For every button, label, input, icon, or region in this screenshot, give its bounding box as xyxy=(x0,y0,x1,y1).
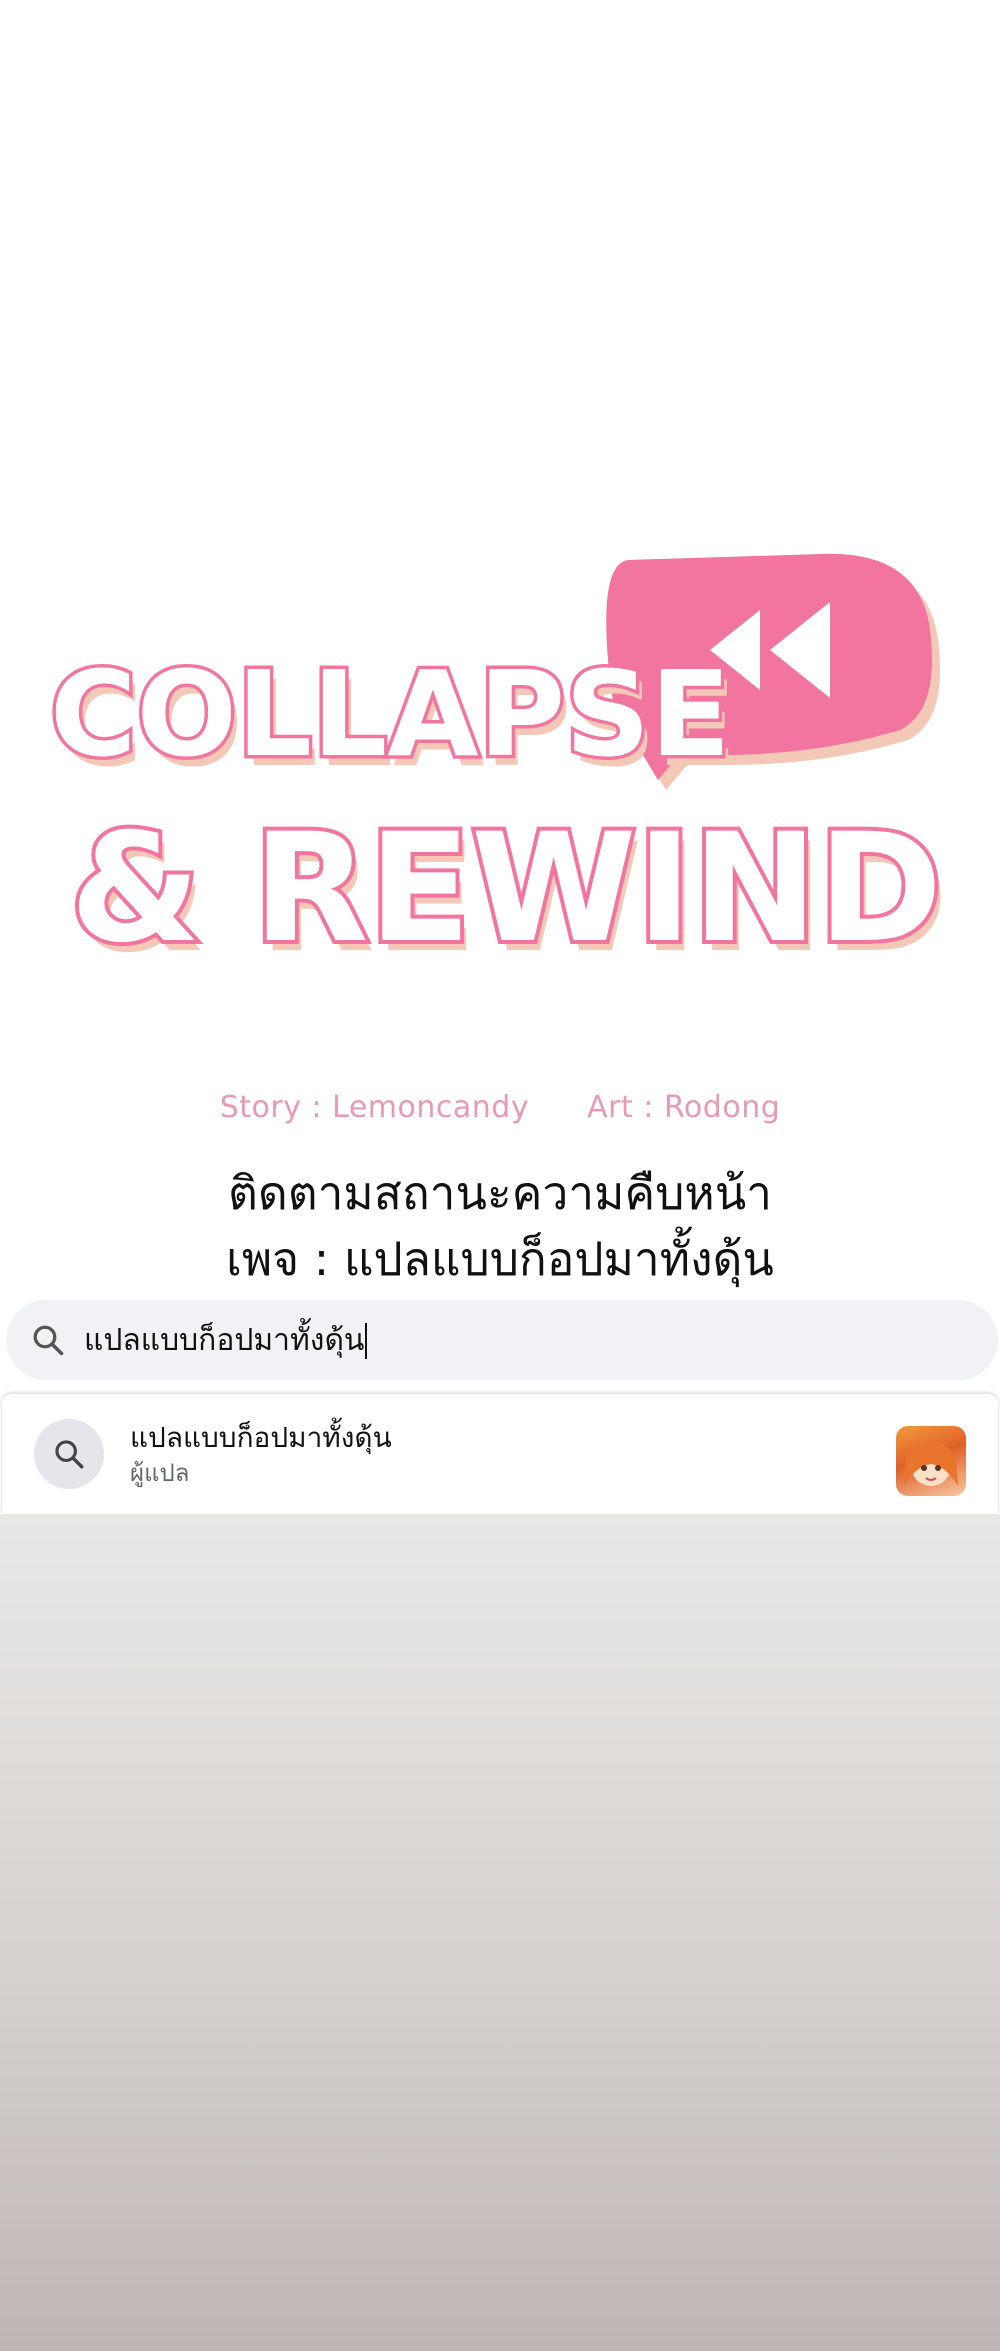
dimmed-overlay[interactable] xyxy=(0,1514,1000,2351)
art-credit: Art : Rodong xyxy=(587,1090,781,1125)
notice-line2: เพจ : แปลแบบก็อปมาทั้งดุ้น xyxy=(226,1232,774,1286)
search-bar[interactable]: แปลแบบก็อปมาทั้งดุ้น xyxy=(6,1300,998,1380)
credits: Story : Lemoncandy Art : Rodong xyxy=(0,1090,1000,1125)
suggestion-icon-wrapper xyxy=(34,1419,104,1489)
logo-graphic: COLLAPSE COLLAPSE & REWIND & REWIND xyxy=(47,553,948,986)
page: COLLAPSE COLLAPSE & REWIND & REWIND Stor… xyxy=(0,0,1000,2351)
notice-line1: ติดตามสถานะความคืบหน้า xyxy=(227,1166,772,1220)
suggestion-title: แปลแบบก็อปมาทั้งดุ้น xyxy=(130,1421,392,1454)
suggestion-subtitle: ผู้แปล xyxy=(130,1459,190,1487)
search-suggestion[interactable]: แปลแบบก็อปมาทั้งดุ้น ผู้แปล xyxy=(2,1394,998,1514)
follow-notice: ติดตามสถานะความคืบหน้า เพจ : แปลแบบก็อปม… xyxy=(0,1160,1000,1292)
story-credit: Story : Lemoncandy xyxy=(219,1090,530,1125)
search-input[interactable]: แปลแบบก็อปมาทั้งดุ้น xyxy=(84,1317,884,1364)
avatar[interactable] xyxy=(896,1426,966,1496)
title-logo: COLLAPSE COLLAPSE & REWIND & REWIND xyxy=(40,540,970,1060)
search-icon[interactable] xyxy=(30,1322,66,1358)
avatar-image xyxy=(904,1441,958,1486)
search-icon xyxy=(55,1440,84,1469)
logo-line1: COLLAPSE xyxy=(50,645,731,783)
search-input-value: แปลแบบก็อปมาทั้งดุ้น xyxy=(84,1322,365,1358)
text-caret xyxy=(365,1323,368,1359)
suggestion-text: แปลแบบก็อปมาทั้งดุ้น ผู้แปล xyxy=(130,1419,392,1489)
logo-line2: & REWIND xyxy=(70,802,942,976)
